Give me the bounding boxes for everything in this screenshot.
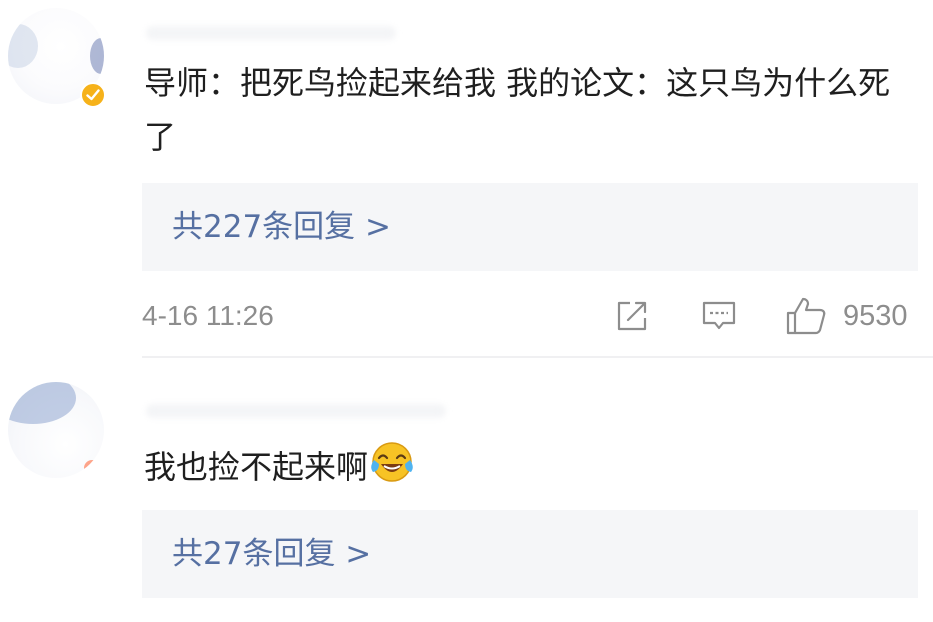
- reply-summary-link[interactable]: 共227条回复 >: [142, 183, 918, 271]
- avatar-shade: [8, 382, 76, 424]
- comment-text-content: 我也捡不起来啊: [144, 448, 369, 486]
- like-count: 9530: [843, 299, 908, 332]
- comment-meta: 4-16 11:26 9530: [142, 292, 918, 340]
- comment-item: 导师：把死鸟捡起来给我 我的论文：这只鸟为什么死了 共227条回复 > 4-16…: [0, 0, 933, 358]
- share-button[interactable]: [614, 292, 650, 340]
- like-button[interactable]: 9530: [785, 292, 908, 340]
- check-icon: [86, 89, 100, 101]
- verified-badge: [80, 82, 106, 108]
- comment-text: 导师：把死鸟捡起来给我 我的论文：这只鸟为什么死了: [144, 64, 891, 156]
- thumbs-up-icon: [786, 297, 826, 335]
- username-placeholder[interactable]: [146, 26, 396, 40]
- comment-icon: [702, 301, 736, 330]
- avatar-shade: [8, 24, 38, 68]
- comment-item: 我也捡不起来啊 共27条回复 >: [0, 358, 933, 622]
- reply-summary-link[interactable]: 共27条回复 >: [142, 510, 918, 598]
- avatar[interactable]: [8, 382, 104, 478]
- comment-feed: 导师：把死鸟捡起来给我 我的论文：这只鸟为什么死了 共227条回复 > 4-16…: [0, 0, 933, 622]
- share-icon: [617, 301, 647, 331]
- username-placeholder[interactable]: [146, 404, 446, 418]
- avatar-shade: [90, 38, 104, 74]
- avatar-shade: [84, 460, 100, 476]
- timestamp: 4-16 11:26: [142, 300, 274, 331]
- comment-button[interactable]: [700, 292, 738, 340]
- comment-text: 我也捡不起来啊: [144, 440, 914, 494]
- laughing-crying-emoji: [371, 442, 413, 482]
